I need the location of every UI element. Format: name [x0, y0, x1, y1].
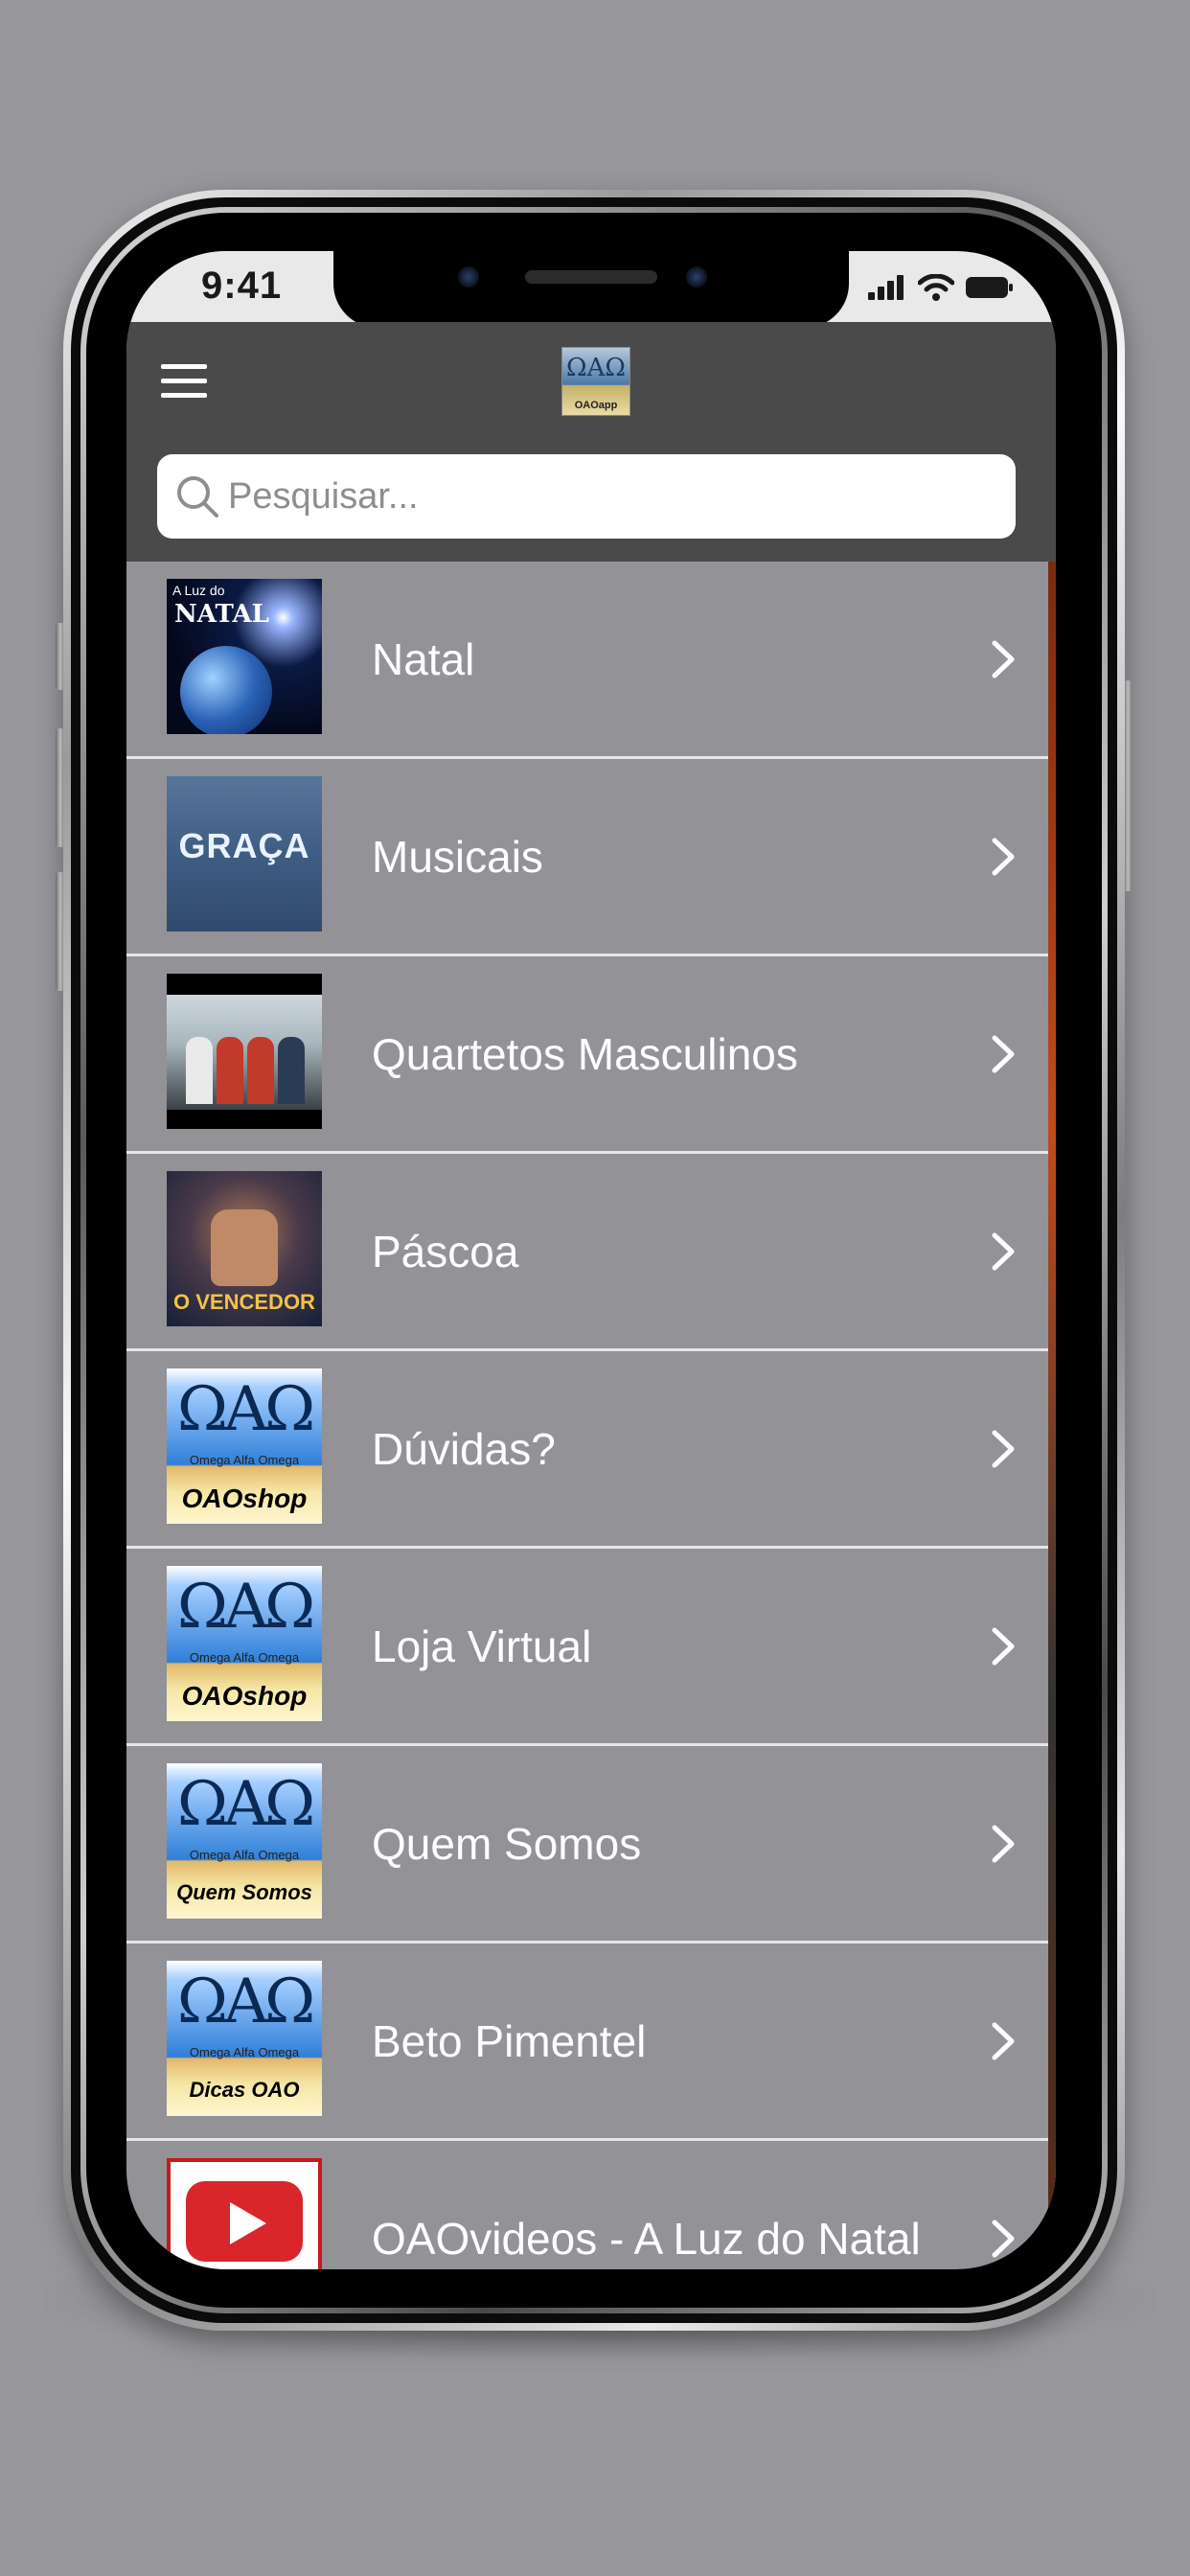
thumbnail-title: OAOshop	[181, 1484, 308, 1513]
signal-icon	[868, 275, 904, 300]
thumbnail-logo: ΩAΩ	[176, 1966, 315, 2037]
sensor	[686, 266, 707, 288]
battery-icon	[966, 277, 1013, 298]
chevron-right-icon	[992, 838, 1015, 875]
thumbnail-text: A Luz do	[172, 583, 225, 598]
notch	[333, 251, 849, 328]
list-item-musicais[interactable]: GRAÇA Musicais	[126, 759, 1056, 956]
search-bar[interactable]	[157, 454, 1016, 539]
list-item-label: Páscoa	[372, 1226, 519, 1276]
app-logo: ΩAΩ OAOapp	[561, 347, 630, 416]
pascoa-thumbnail: O VENCEDOR	[167, 1171, 322, 1326]
list-item-label: OAOvideos - A Luz do Natal	[372, 2213, 921, 2264]
chevron-right-icon	[992, 2022, 1015, 2059]
list-item-label: Natal	[372, 633, 475, 684]
youtube-icon	[167, 2158, 322, 2269]
status-icons	[868, 274, 1014, 301]
chevron-right-icon	[992, 640, 1015, 678]
thumbnail-subtitle: Omega Alfa Omega	[189, 1650, 300, 1665]
list-item-label: Loja Virtual	[372, 1621, 592, 1671]
list-item-pascoa[interactable]: O VENCEDOR Páscoa	[126, 1154, 1056, 1351]
dicas-oao-thumbnail: ΩAΩ Omega Alfa Omega Dicas OAO	[167, 1961, 322, 2116]
list-item-beto-pimentel[interactable]: ΩAΩ Omega Alfa Omega Dicas OAO Beto Pime…	[126, 1944, 1056, 2141]
status-time: 9:41	[201, 264, 283, 307]
scroll-edge	[1048, 562, 1056, 2269]
app-screen: 9:41 ΩAΩ OAOapp Pesquisar... A Luz do NA…	[126, 251, 1056, 2269]
chevron-right-icon	[992, 1232, 1015, 1270]
earth-image	[180, 646, 272, 734]
list-item-quem-somos[interactable]: ΩAΩ Omega Alfa Omega Quem Somos Quem Som…	[126, 1746, 1056, 1944]
musicais-thumbnail: GRAÇA	[167, 776, 322, 932]
app-header: ΩAΩ OAOapp	[126, 322, 1056, 562]
thumbnail-subtitle: Omega Alfa Omega	[189, 1848, 300, 1862]
app-logo-symbol: ΩAΩ	[566, 354, 626, 382]
thumbnail-logo: ΩAΩ	[176, 1769, 315, 1840]
front-camera	[458, 266, 479, 288]
thumbnail-subtitle: Omega Alfa Omega	[189, 2045, 300, 2059]
thumbnail-subtitle: Omega Alfa Omega	[189, 1453, 300, 1467]
list-item-label: Musicais	[372, 831, 543, 882]
quem-somos-thumbnail: ΩAΩ Omega Alfa Omega Quem Somos	[167, 1763, 322, 1919]
chevron-right-icon	[992, 1825, 1015, 1862]
list-item-label: Beto Pimentel	[372, 2015, 647, 2066]
app-logo-label: OAOapp	[574, 400, 618, 411]
thumbnail-logo: ΩAΩ	[176, 1572, 315, 1643]
chevron-right-icon	[992, 1627, 1015, 1665]
list-item-quartetos[interactable]: Quartetos Masculinos	[126, 956, 1056, 1154]
search-icon	[177, 476, 218, 518]
fist-image	[211, 1209, 278, 1286]
list-item-oaovideos[interactable]: OAOvideos - A Luz do Natal	[126, 2141, 1056, 2269]
list-item-loja-virtual[interactable]: ΩAΩ Omega Alfa Omega OAOshop Loja Virtua…	[126, 1549, 1056, 1746]
thumbnail-title: OAOshop	[181, 1681, 308, 1711]
chevron-right-icon	[992, 2220, 1015, 2257]
list-item-label: Quartetos Masculinos	[372, 1028, 798, 1079]
hamburger-menu-button[interactable]	[161, 364, 207, 402]
category-list: A Luz do NATAL Natal GRAÇA Musicais Quar…	[126, 562, 1056, 2269]
speaker-grille	[525, 270, 657, 284]
list-item-natal[interactable]: A Luz do NATAL Natal	[126, 562, 1056, 759]
oaoshop-thumbnail: ΩAΩ Omega Alfa Omega OAOshop	[167, 1368, 322, 1524]
thumbnail-title: Quem Somos	[176, 1880, 312, 1904]
oaoshop-thumbnail: ΩAΩ Omega Alfa Omega OAOshop	[167, 1566, 322, 1721]
natal-thumbnail: A Luz do NATAL	[167, 579, 322, 734]
thumbnail-title: GRAÇA	[178, 826, 310, 865]
thumbnail-logo: ΩAΩ	[176, 1374, 315, 1445]
wifi-icon	[918, 274, 954, 301]
search-input[interactable]	[222, 474, 1016, 518]
list-item-label: Dúvidas?	[372, 1423, 556, 1474]
thumbnail-title: O VENCEDOR	[173, 1290, 315, 1314]
chevron-right-icon	[992, 1430, 1015, 1467]
list-item-duvidas[interactable]: ΩAΩ Omega Alfa Omega OAOshop Dúvidas?	[126, 1351, 1056, 1549]
quartetos-thumbnail	[167, 974, 322, 1129]
list-item-label: Quem Somos	[372, 1818, 642, 1869]
chevron-right-icon	[992, 1035, 1015, 1072]
thumbnail-title: Dicas OAO	[189, 2078, 300, 2102]
thumbnail-title: NATAL	[174, 600, 269, 629]
